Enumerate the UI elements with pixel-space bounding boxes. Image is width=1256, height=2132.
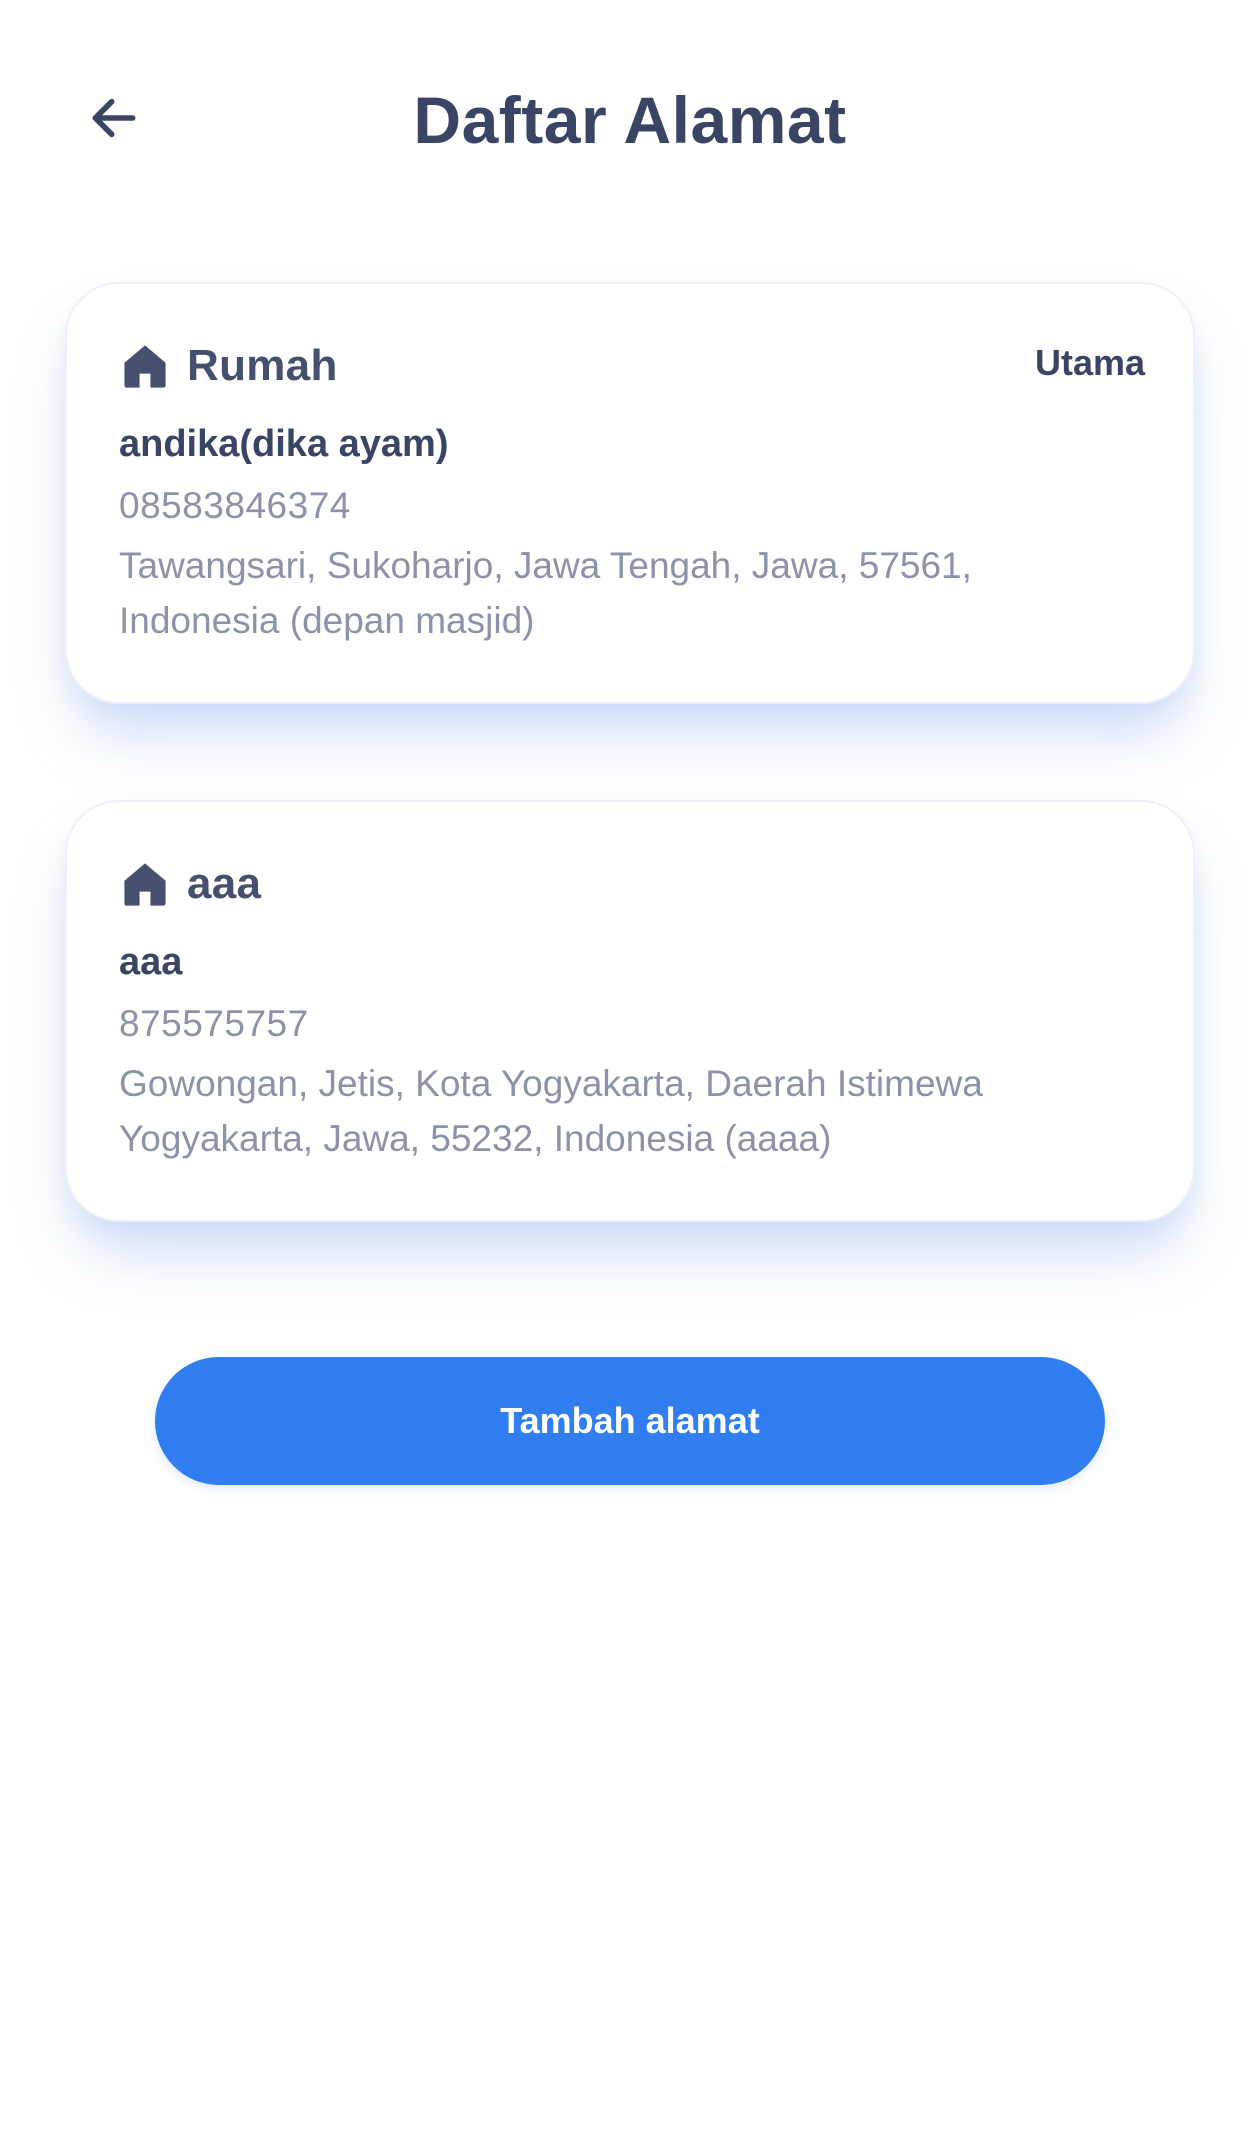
recipient-name: aaa — [119, 941, 183, 983]
address-label: aaa — [187, 859, 262, 908]
address-text: Tawangsari, Sukoharjo, Jawa Tengah, Jawa… — [119, 545, 972, 641]
address-card-header: Rumah Utama — [119, 334, 1145, 398]
recipient-name: andika(dika ayam) — [119, 423, 449, 465]
home-icon — [119, 340, 171, 392]
header: Daftar Alamat — [0, 0, 1256, 240]
address-card[interactable]: Rumah Utama andika(dika ayam) 0858384637… — [65, 282, 1195, 704]
home-icon — [119, 858, 171, 910]
address-card-header: aaa — [119, 852, 1141, 916]
address-card[interactable]: aaa aaa 875575757 Gowongan, Jetis, Kota … — [65, 800, 1195, 1222]
add-address-button[interactable]: Tambah alamat — [155, 1357, 1105, 1485]
phone-number: 08583846374 — [119, 485, 351, 526]
phone-number: 875575757 — [119, 1003, 309, 1044]
page-title: Daftar Alamat — [413, 83, 847, 157]
address-text: Gowongan, Jetis, Kota Yogyakarta, Daerah… — [119, 1063, 983, 1159]
address-label: Rumah — [187, 341, 338, 390]
primary-badge: Utama — [1034, 342, 1145, 383]
